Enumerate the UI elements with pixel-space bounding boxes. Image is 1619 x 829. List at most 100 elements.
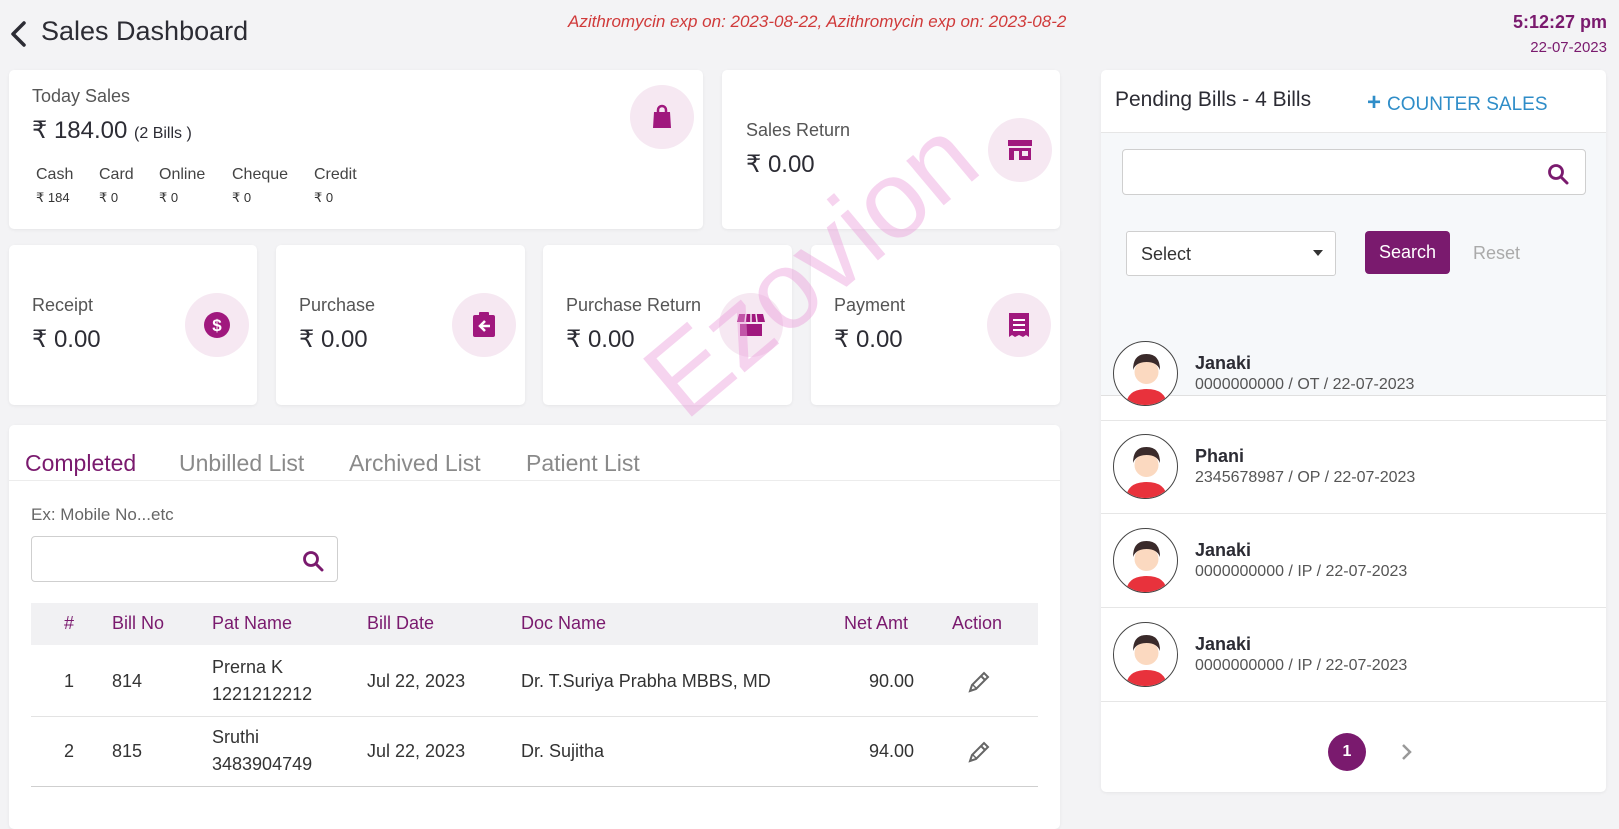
table-row: 1 814 Prerna K 1221212212 Jul 22, 2023 D… bbox=[31, 647, 1038, 716]
payment-label: Payment bbox=[834, 295, 906, 315]
row-net-amt: 94.00 bbox=[869, 741, 915, 761]
tab-unbilled-list[interactable]: Unbilled List bbox=[179, 450, 304, 477]
purchase-amount: ₹ 0.00 bbox=[299, 326, 368, 353]
col-pat-name: Pat Name bbox=[212, 613, 293, 633]
tab-patient-list[interactable]: Patient List bbox=[526, 450, 640, 477]
store-awning-icon bbox=[719, 293, 783, 357]
row-pat-phone: 1221212212 bbox=[212, 684, 313, 704]
counter-sales-button[interactable]: + COUNTER SALES bbox=[1367, 89, 1548, 117]
list-search-input[interactable] bbox=[31, 536, 338, 582]
patient-details: 0000000000 / IP / 22-07-2023 bbox=[1195, 657, 1408, 674]
pending-bill-item[interactable]: Phani 2345678987 / OP / 22-07-2023 bbox=[1101, 420, 1606, 514]
plus-icon: + bbox=[1367, 89, 1382, 116]
chevron-right-icon[interactable] bbox=[1397, 738, 1417, 766]
mode-label: Cheque bbox=[232, 166, 289, 183]
purchase-return-card: Purchase Return ₹ 0.00 bbox=[543, 245, 792, 405]
mode-value: ₹ 0 bbox=[99, 190, 119, 205]
edit-pencil-icon[interactable] bbox=[966, 739, 992, 765]
table-row: 2 815 Sruthi 3483904749 Jul 22, 2023 Dr.… bbox=[31, 717, 1038, 786]
table-header: # Bill No Pat Name Bill Date Doc Name Ne… bbox=[31, 603, 1038, 645]
svg-text:$: $ bbox=[212, 316, 222, 335]
pending-bills-panel: Pending Bills - 4 Bills + COUNTER SALES S… bbox=[1101, 70, 1606, 792]
row-num: 1 bbox=[64, 671, 75, 691]
caret-down-icon bbox=[1313, 250, 1323, 256]
today-sales-bills: (2 Bills ) bbox=[134, 125, 192, 142]
tabs-divider bbox=[9, 480, 1060, 481]
mode-cash: Cash ₹ 184 bbox=[36, 166, 73, 206]
today-sales-value: ₹ 184.00 bbox=[32, 117, 128, 144]
current-time: 5:12:27 pm bbox=[1512, 12, 1607, 32]
patient-name: Phani bbox=[1195, 446, 1245, 466]
tab-completed[interactable]: Completed bbox=[25, 450, 136, 477]
clipboard-arrow-icon bbox=[452, 293, 516, 357]
row-divider bbox=[31, 786, 1038, 787]
purchase-return-amount: ₹ 0.00 bbox=[566, 326, 635, 353]
receipt-amount: ₹ 0.00 bbox=[32, 326, 101, 353]
dollar-icon: $ bbox=[185, 293, 249, 357]
patient-details: 2345678987 / OP / 22-07-2023 bbox=[1195, 469, 1416, 486]
reset-button[interactable]: Reset bbox=[1473, 243, 1520, 264]
patient-avatar bbox=[1113, 622, 1178, 687]
mode-credit: Credit ₹ 0 bbox=[314, 166, 357, 206]
store-icon bbox=[988, 118, 1052, 182]
receipt-card: Receipt ₹ 0.00 $ bbox=[9, 245, 257, 405]
mode-value: ₹ 0 bbox=[314, 190, 334, 205]
row-doc-name: Dr. T.Suriya Prabha MBBS, MD bbox=[521, 671, 771, 691]
mode-label: Cash bbox=[36, 166, 74, 183]
bill-type-select[interactable]: Select bbox=[1126, 231, 1336, 276]
col-action: Action bbox=[952, 613, 1003, 633]
row-pat-phone: 3483904749 bbox=[212, 754, 313, 774]
receipt-icon bbox=[987, 293, 1051, 357]
search-icon[interactable] bbox=[1547, 163, 1569, 185]
col-doc-name: Doc Name bbox=[521, 613, 607, 633]
list-search-label: Ex: Mobile No...etc bbox=[31, 505, 174, 524]
pending-search-input[interactable] bbox=[1122, 149, 1586, 195]
row-bill-date: Jul 22, 2023 bbox=[367, 741, 466, 761]
sales-return-card: Sales Return ₹ 0.00 bbox=[722, 70, 1060, 229]
sales-return-amount: ₹ 0.00 bbox=[746, 151, 815, 178]
tab-archived-list[interactable]: Archived List bbox=[349, 450, 481, 477]
payment-card: Payment ₹ 0.00 bbox=[811, 245, 1060, 405]
row-num: 2 bbox=[64, 741, 75, 761]
patient-avatar bbox=[1113, 434, 1178, 499]
edit-pencil-icon[interactable] bbox=[966, 669, 992, 695]
pending-bill-item[interactable]: Janaki 0000000000 / IP / 22-07-2023 bbox=[1101, 514, 1606, 608]
patient-details: 0000000000 / IP / 22-07-2023 bbox=[1195, 563, 1408, 580]
mode-cheque: Cheque ₹ 0 bbox=[232, 166, 288, 206]
patient-name: Janaki bbox=[1195, 634, 1252, 654]
purchase-card: Purchase ₹ 0.00 bbox=[276, 245, 525, 405]
page-title: Sales Dashboard bbox=[41, 16, 249, 46]
mode-value: ₹ 0 bbox=[159, 190, 179, 205]
today-sales-label: Today Sales bbox=[32, 86, 131, 106]
row-pat-name: Sruthi bbox=[212, 727, 260, 747]
pending-bill-item[interactable]: Janaki 0000000000 / OT / 22-07-2023 bbox=[1101, 327, 1606, 421]
row-doc-name: Dr. Sujitha bbox=[521, 741, 605, 761]
current-date: 22-07-2023 bbox=[1530, 39, 1607, 56]
pending-bill-item[interactable]: Janaki 0000000000 / IP / 22-07-2023 bbox=[1101, 608, 1606, 702]
mode-label: Online bbox=[159, 166, 206, 183]
col-net-amt: Net Amt bbox=[844, 613, 909, 633]
row-bill-no: 815 bbox=[112, 741, 143, 761]
patient-avatar bbox=[1113, 341, 1178, 406]
row-net-amt: 90.00 bbox=[869, 671, 915, 691]
row-bill-date: Jul 22, 2023 bbox=[367, 671, 466, 691]
pending-bills-title: Pending Bills - 4 Bills bbox=[1115, 88, 1312, 111]
mode-value: ₹ 0 bbox=[232, 190, 252, 205]
search-icon[interactable] bbox=[302, 550, 324, 572]
patient-name: Janaki bbox=[1195, 353, 1252, 373]
patient-name: Janaki bbox=[1195, 540, 1252, 560]
mode-label: Credit bbox=[314, 166, 357, 183]
mode-online: Online ₹ 0 bbox=[159, 166, 205, 206]
shopping-bag-icon bbox=[630, 85, 694, 149]
purchase-return-label: Purchase Return bbox=[566, 295, 702, 315]
receipt-label: Receipt bbox=[32, 295, 94, 315]
pagination-page[interactable]: 1 bbox=[1328, 733, 1366, 771]
counter-sales-label: COUNTER SALES bbox=[1387, 94, 1548, 115]
col-bill-no: Bill No bbox=[112, 613, 165, 633]
select-value: Select bbox=[1141, 244, 1192, 264]
sales-return-label: Sales Return bbox=[746, 120, 851, 140]
search-button[interactable]: Search bbox=[1365, 231, 1450, 274]
row-bill-no: 814 bbox=[112, 671, 143, 691]
payment-amount: ₹ 0.00 bbox=[834, 326, 903, 353]
back-arrow-icon[interactable] bbox=[8, 20, 30, 48]
